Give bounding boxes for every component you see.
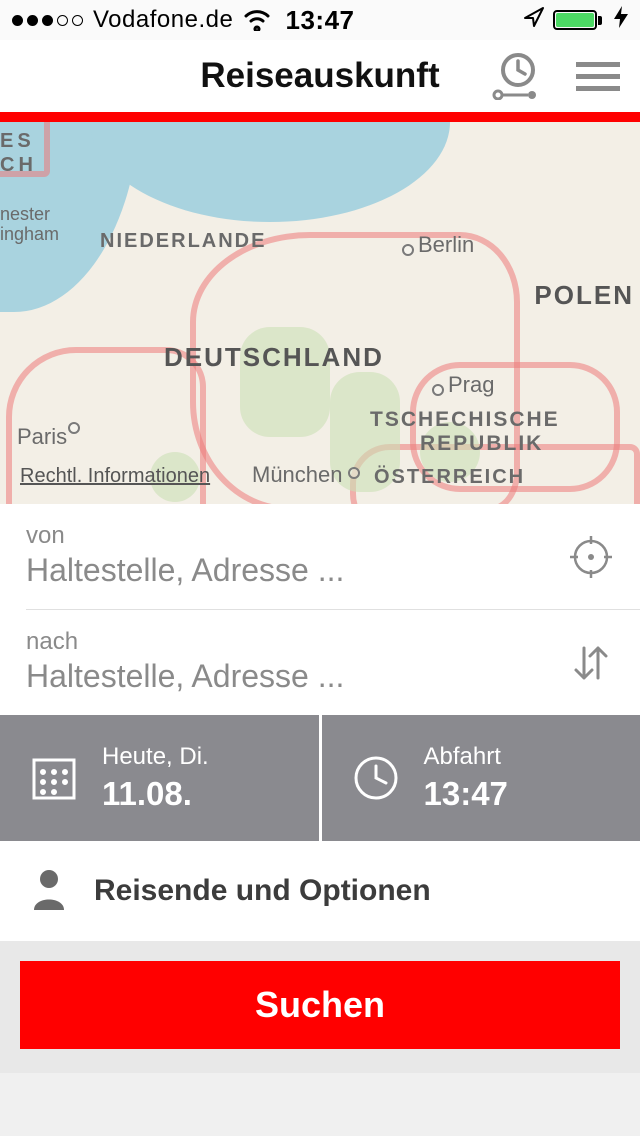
app-header: Reiseauskunft xyxy=(0,40,640,112)
time-selector[interactable]: Abfahrt 13:47 xyxy=(322,715,640,841)
status-bar: Vodafone.de 13:47 xyxy=(0,0,640,40)
map-city-paris: Paris xyxy=(17,424,67,450)
from-label: von xyxy=(26,522,614,550)
map-label-fragment: ingham xyxy=(0,224,59,245)
map-city-dot-prag xyxy=(432,384,444,396)
map-view[interactable]: ES CH nester ingham NIEDERLANDE Berlin P… xyxy=(0,122,640,504)
time-bottom: 13:47 xyxy=(424,775,508,813)
from-placeholder: Haltestelle, Adresse ... xyxy=(26,552,614,589)
search-button[interactable]: Suchen xyxy=(20,961,620,1049)
datetime-bar: Heute, Di. 11.08. Abfahrt 13:47 xyxy=(0,715,640,841)
status-time: 13:47 xyxy=(286,5,355,36)
map-country-polen: POLEN xyxy=(534,280,634,311)
map-city-berlin: Berlin xyxy=(418,232,474,258)
calendar-icon xyxy=(28,752,80,804)
swap-icon[interactable] xyxy=(568,640,614,686)
map-city-muenchen: München xyxy=(252,462,343,488)
journey-history-icon[interactable] xyxy=(490,52,540,100)
to-input[interactable]: nach Haltestelle, Adresse ... xyxy=(26,609,640,715)
person-icon xyxy=(30,868,68,915)
map-city-dot-paris xyxy=(68,422,80,434)
header-separator xyxy=(0,112,640,122)
map-legal-link[interactable]: Rechtl. Informationen xyxy=(20,465,210,488)
map-country-tschechische1: TSCHECHISCHE xyxy=(370,408,560,432)
date-bottom: 11.08. xyxy=(102,775,209,813)
map-city-dot-muenchen xyxy=(348,467,360,479)
travelers-options-label: Reisende und Optionen xyxy=(94,874,431,908)
map-country-oesterreich: ÖSTERREICH xyxy=(374,466,525,489)
wifi-icon xyxy=(243,9,271,31)
journey-form: von Haltestelle, Adresse ... nach Haltes… xyxy=(0,504,640,715)
locate-me-icon[interactable] xyxy=(568,534,614,580)
location-arrow-icon xyxy=(523,6,545,35)
map-label-fragment: ES xyxy=(0,130,35,153)
search-container: Suchen xyxy=(0,941,640,1073)
from-input[interactable]: von Haltestelle, Adresse ... xyxy=(0,504,640,609)
status-left: Vodafone.de xyxy=(12,6,271,34)
map-country-niederlande: NIEDERLANDE xyxy=(100,230,266,253)
map-label-fragment: CH xyxy=(0,154,37,177)
travelers-options[interactable]: Reisende und Optionen xyxy=(0,841,640,941)
to-label: nach xyxy=(26,628,588,656)
carrier-label: Vodafone.de xyxy=(93,6,233,34)
status-right xyxy=(523,6,628,35)
battery-icon xyxy=(553,10,602,30)
map-country-deutschland: DEUTSCHLAND xyxy=(164,342,384,373)
time-top: Abfahrt xyxy=(424,743,508,771)
clock-icon xyxy=(350,752,402,804)
map-city-prag: Prag xyxy=(448,372,494,398)
menu-icon[interactable] xyxy=(576,62,620,91)
page-title: Reiseauskunft xyxy=(200,56,439,96)
to-placeholder: Haltestelle, Adresse ... xyxy=(26,658,588,695)
map-label-fragment: nester xyxy=(0,204,50,225)
date-top: Heute, Di. xyxy=(102,743,209,771)
map-country-tschechische2: REPUBLIK xyxy=(420,432,543,456)
date-selector[interactable]: Heute, Di. 11.08. xyxy=(0,715,322,841)
map-city-dot-berlin xyxy=(402,244,414,256)
charging-icon xyxy=(614,6,628,34)
signal-strength-icon xyxy=(12,15,83,26)
